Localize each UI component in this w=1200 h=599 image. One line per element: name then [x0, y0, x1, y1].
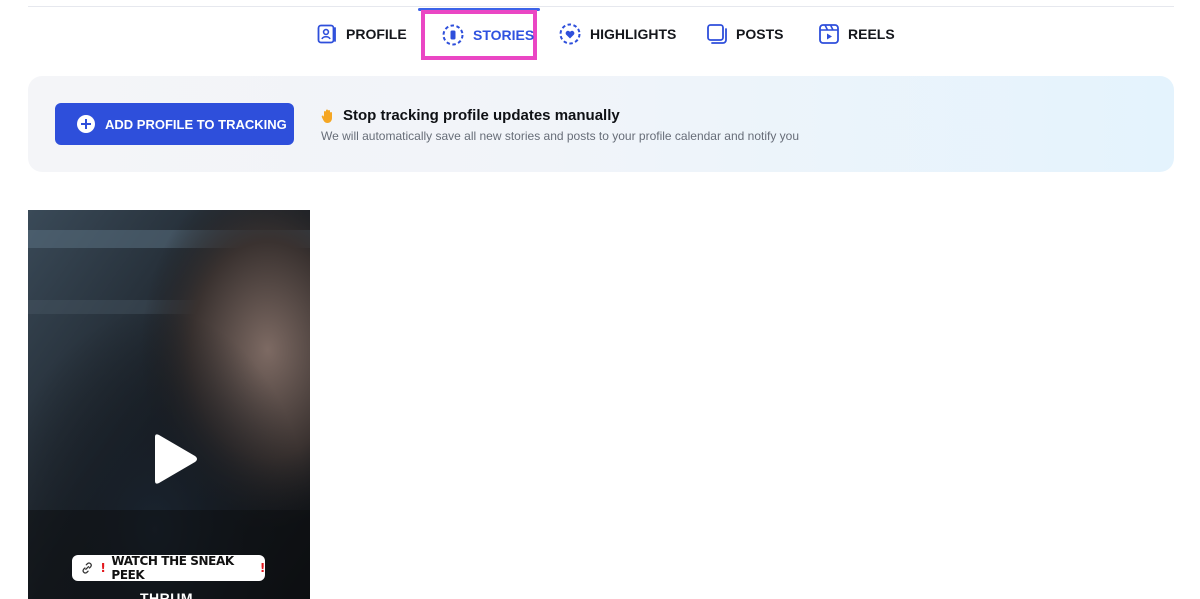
play-icon[interactable]	[151, 433, 199, 485]
story-link-sticker[interactable]: ! WATCH THE SNEAK PEEK !	[72, 554, 265, 582]
exclamation-icon: !	[259, 561, 265, 575]
highlights-icon	[559, 23, 581, 45]
tab-profile-label: PROFILE	[346, 26, 407, 42]
tab-highlights-label: HIGHLIGHTS	[590, 26, 677, 42]
banner-title-text: Stop tracking profile updates manually	[343, 107, 620, 124]
tab-bar: PROFILE STORIES HIGHLIGHTS POSTS REELS	[0, 8, 1200, 60]
banner-title: Stop tracking profile updates manually	[321, 107, 620, 124]
tab-reels-label: REELS	[848, 26, 895, 42]
tab-posts[interactable]: POSTS	[706, 16, 783, 52]
banner-description: We will automatically save all new stori…	[321, 129, 800, 143]
plus-icon	[77, 115, 95, 133]
tab-profile[interactable]: PROFILE	[316, 16, 407, 52]
stories-icon	[442, 24, 464, 46]
tab-highlights[interactable]: HIGHLIGHTS	[558, 16, 676, 52]
tab-posts-label: POSTS	[736, 26, 784, 42]
add-profile-button-label: ADD PROFILE TO TRACKING	[105, 116, 287, 132]
posts-icon	[707, 24, 727, 44]
story-caption: THRUM	[140, 590, 194, 599]
profile-icon	[317, 24, 336, 44]
top-divider	[28, 6, 1174, 7]
raised-hand-icon	[321, 109, 332, 123]
reels-icon	[819, 24, 839, 44]
story-sticker-text: WATCH THE SNEAK PEEK	[111, 554, 234, 582]
add-profile-to-tracking-button[interactable]: ADD PROFILE TO TRACKING	[55, 103, 294, 145]
tracking-banner: ADD PROFILE TO TRACKING Stop tracking pr…	[28, 76, 1174, 172]
tab-stories-label: STORIES	[473, 27, 535, 43]
link-icon	[82, 562, 92, 574]
story-thumbnail	[28, 210, 310, 599]
story-card[interactable]: ! WATCH THE SNEAK PEEK ! THRUM	[28, 210, 310, 599]
exclamation-icon: !	[100, 561, 106, 575]
tab-stories[interactable]: STORIES	[421, 10, 537, 60]
tab-reels[interactable]: REELS	[818, 16, 895, 52]
